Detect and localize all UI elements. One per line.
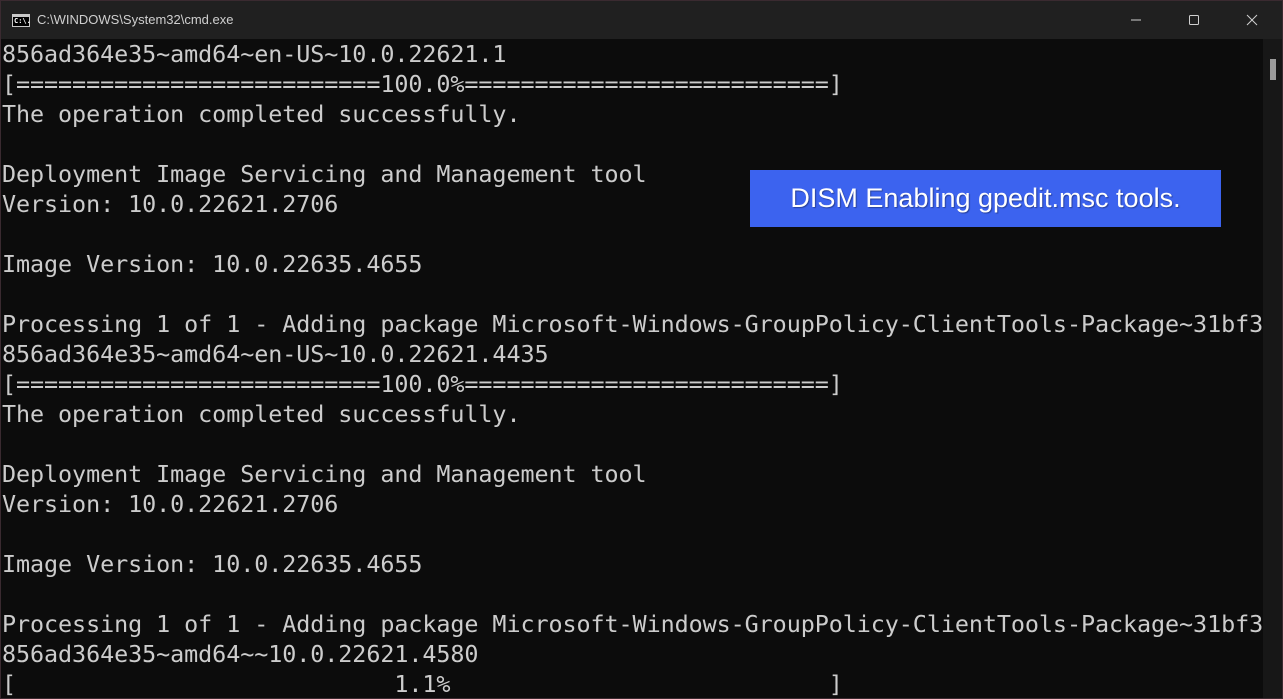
minimize-icon — [1131, 19, 1141, 21]
terminal-line: Deployment Image Servicing and Managemen… — [2, 460, 647, 488]
terminal-line: Version: 10.0.22621.2706 — [2, 190, 339, 218]
window-title: C:\WINDOWS\System32\cmd.exe — [37, 12, 234, 27]
minimize-button[interactable] — [1107, 1, 1165, 39]
close-button[interactable] — [1223, 1, 1281, 39]
terminal-line: Processing 1 of 1 - Adding package Micro… — [2, 610, 1263, 638]
close-icon — [1246, 14, 1258, 26]
terminal-line: 856ad364e35~amd64~en-US~10.0.22621.4435 — [2, 340, 549, 368]
terminal-line: The operation completed successfully. — [2, 400, 521, 428]
maximize-icon — [1189, 15, 1199, 25]
terminal-line: Version: 10.0.22621.2706 — [2, 490, 339, 518]
progress-bar-line: [ 1.1% ] — [2, 670, 843, 698]
caption-overlay: DISM Enabling gpedit.msc tools. — [750, 170, 1221, 227]
progress-bar-line: [==========================100.0%=======… — [2, 370, 843, 398]
progress-bar-line: [==========================100.0%=======… — [2, 70, 843, 98]
app-icon-text: C:\. — [14, 17, 31, 25]
terminal-line: Image Version: 10.0.22635.4655 — [2, 550, 423, 578]
terminal-line: 856ad364e35~amd64~en-US~10.0.22621.1 — [2, 40, 507, 68]
maximize-button[interactable] — [1165, 1, 1223, 39]
scrollbar-thumb[interactable] — [1270, 59, 1276, 80]
terminal-line: 856ad364e35~amd64~~10.0.22621.4580 — [2, 640, 479, 668]
terminal-line: Deployment Image Servicing and Managemen… — [2, 160, 647, 188]
cmd-window: C:\. C:\WINDOWS\System32\cmd.exe 856ad36… — [0, 0, 1283, 699]
vertical-scrollbar[interactable] — [1263, 39, 1282, 698]
terminal-line: Image Version: 10.0.22635.4655 — [2, 250, 423, 278]
cmd-app-icon[interactable]: C:\. — [12, 14, 31, 27]
terminal-line: The operation completed successfully. — [2, 100, 521, 128]
terminal-output[interactable]: 856ad364e35~amd64~en-US~10.0.22621.1 [==… — [1, 39, 1263, 698]
title-bar[interactable]: C:\. C:\WINDOWS\System32\cmd.exe — [1, 1, 1282, 39]
terminal-line: Processing 1 of 1 - Adding package Micro… — [2, 310, 1263, 338]
